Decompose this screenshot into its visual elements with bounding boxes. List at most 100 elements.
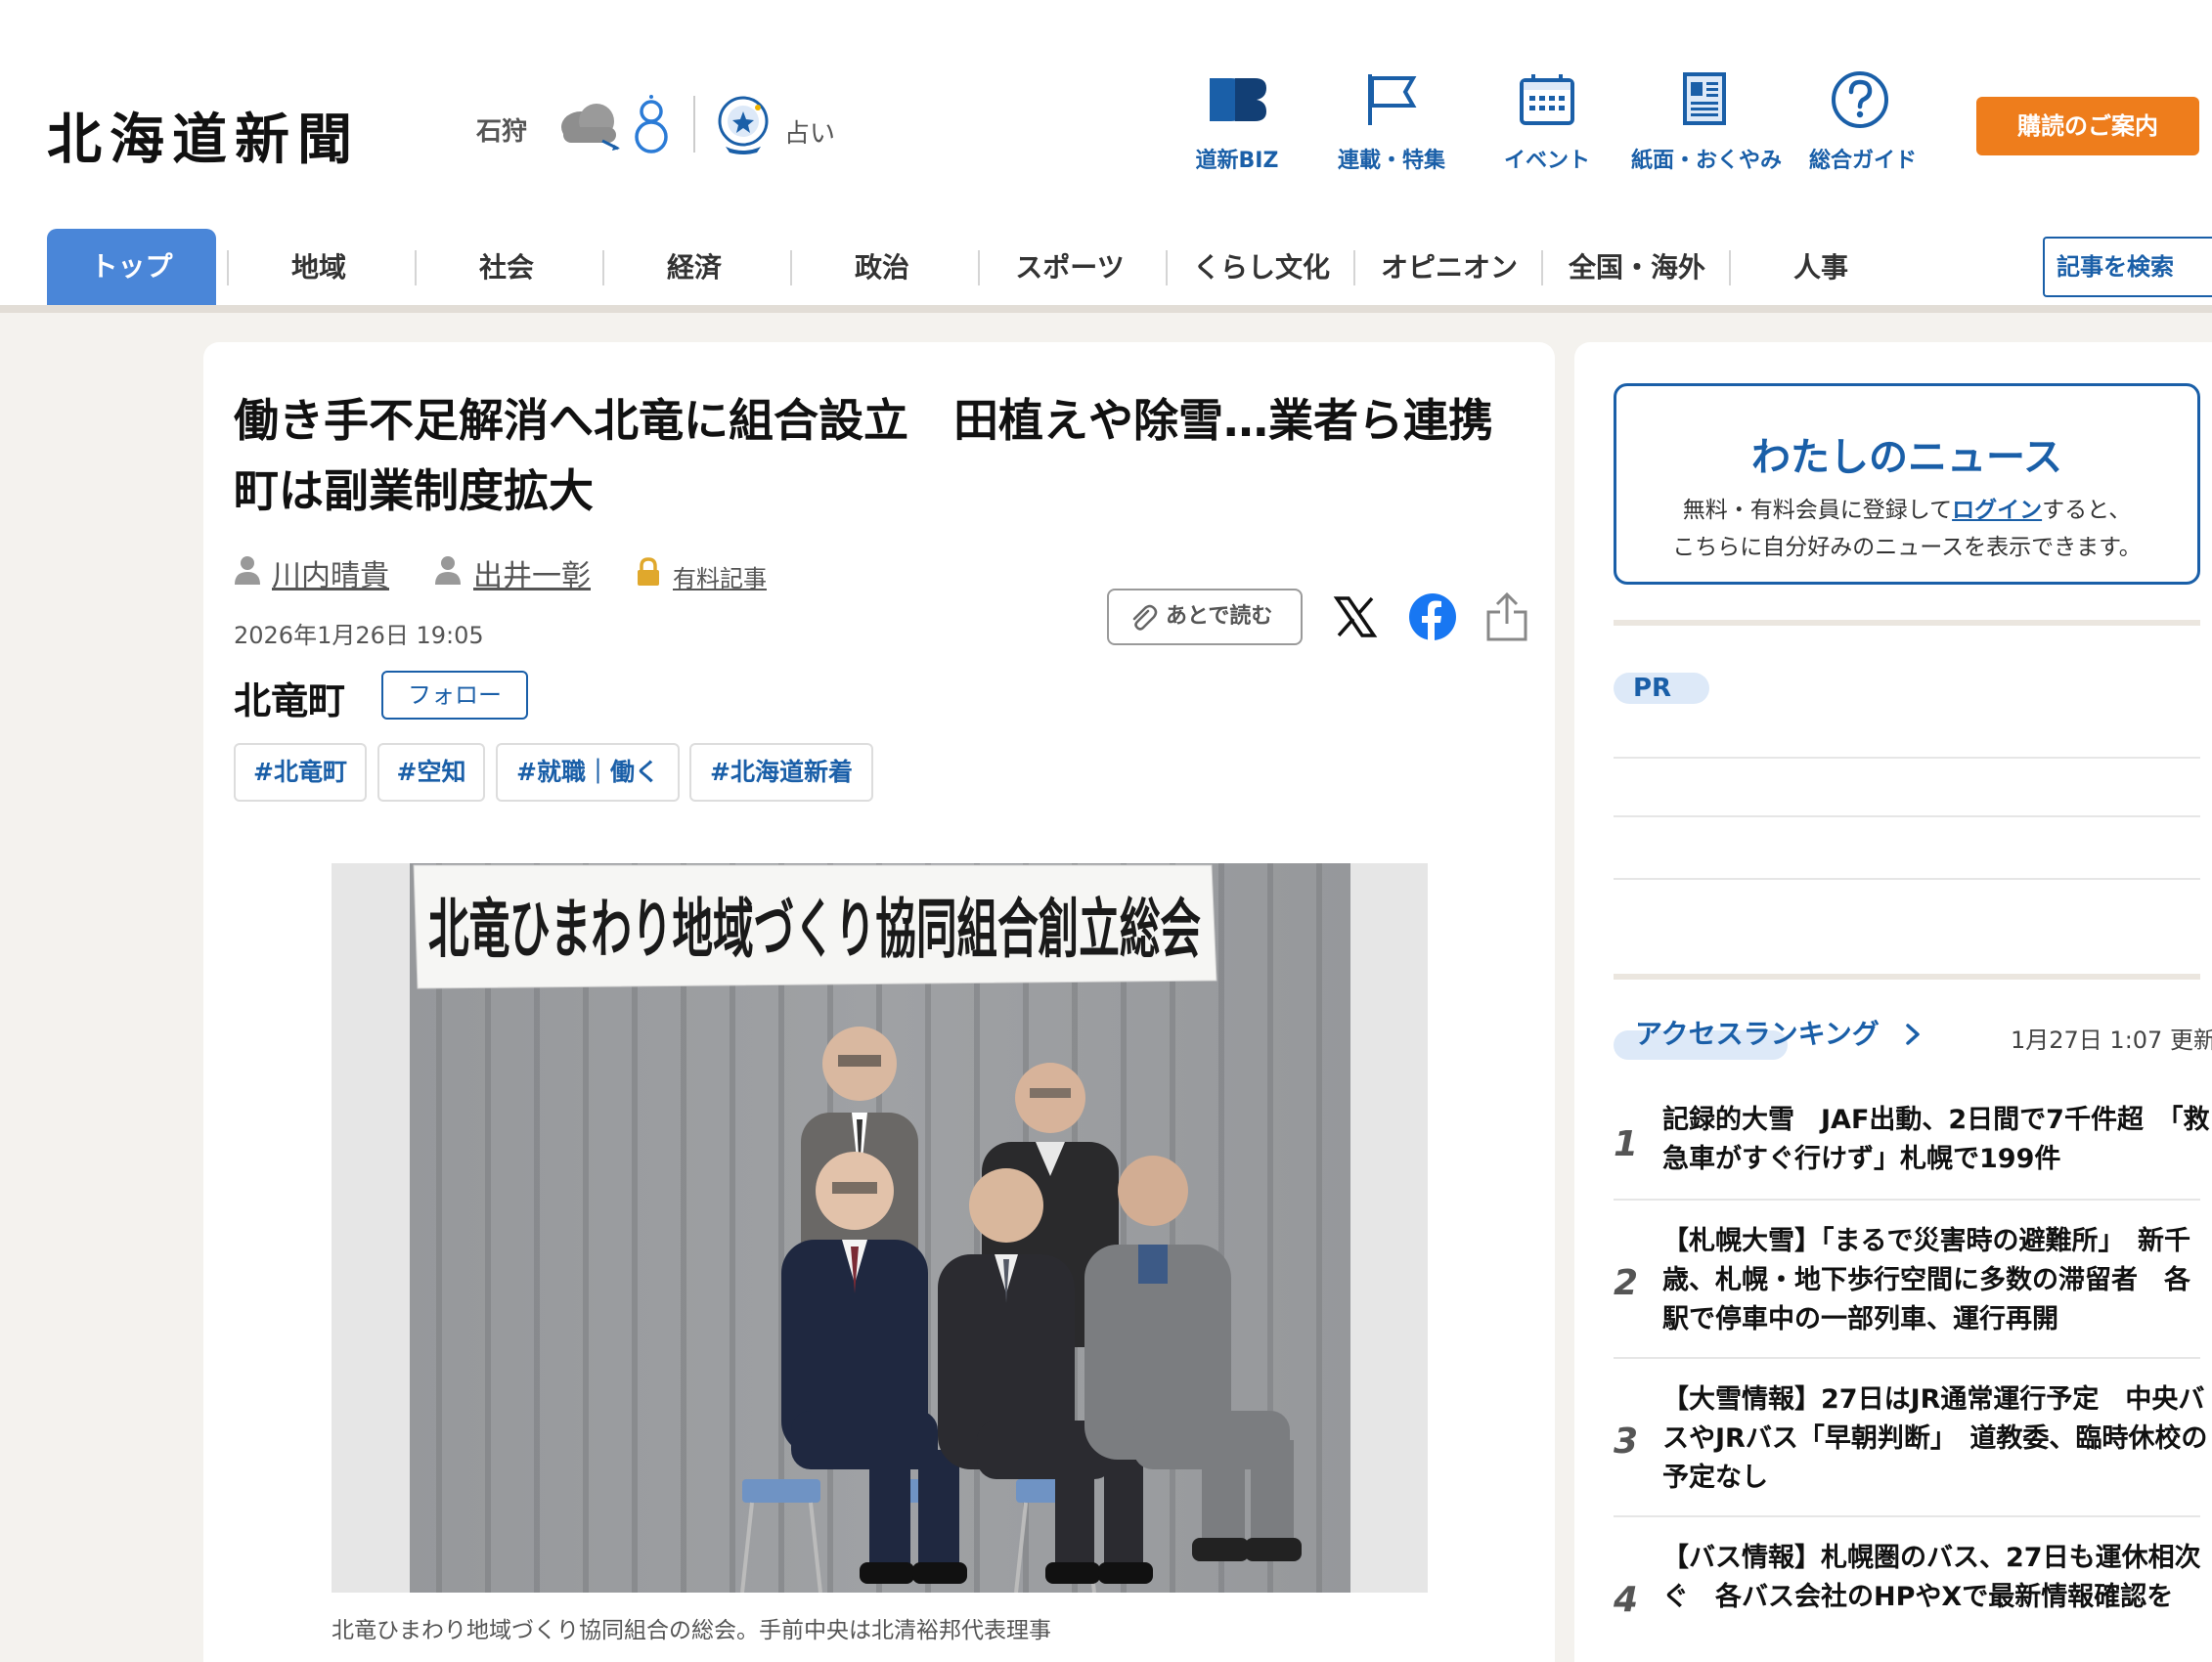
nav-tab-national-world[interactable]: 全国・海外 [1545,227,1729,305]
divider [1614,1199,2200,1201]
nav-guide-label: 総合ガイド [1809,149,1918,173]
paperclip-icon [1132,604,1158,631]
nav-tab-lifestyle[interactable]: くらし文化 [1170,227,1353,305]
x-share-icon[interactable] [1333,594,1378,639]
nav-tab-region[interactable]: 地域 [231,227,407,305]
question-icon [1832,71,1888,128]
ranking-item[interactable]: 3 【大雪情報】27日はJR通常運行予定 中央バスやJRバス「早朝判断」 道教委… [1614,1380,2207,1513]
divider [1614,1357,2200,1359]
nav-tab-politics[interactable]: 政治 [794,227,970,305]
facebook-share-icon[interactable] [1408,592,1457,641]
snow-cloud-weather-icon[interactable] [553,94,675,158]
follow-button[interactable]: フォロー [381,671,528,720]
crystal-ball-icon[interactable] [714,94,774,156]
my-news-box[interactable]: わたしのニュース 無料・有料会員に登録してログインすると、 こちらに自分好みのニ… [1614,383,2200,585]
article-card: 働き手不足解消へ北竜に組合設立 田植えや除雪…業者ら連携 町は副業制度拡大 川内… [203,342,1555,1662]
main-nav: トップ 地域 社会 経済 政治 スポーツ くらし文化 オピニオン 全国・海外 人… [0,227,2212,313]
publish-date: 2026年1月26日 19:05 [234,622,484,649]
nav-guide[interactable]: 総合ガイド [1809,70,1918,174]
photo-caption: 北竜ひまわり地域づくり協同組合の総会。手前中央は北清裕邦代表理事 [332,1618,1051,1643]
nav-tab-society[interactable]: 社会 [419,227,595,305]
nav-separator [1541,250,1543,285]
ranking-item[interactable]: 2 【札幌大雪】「まるで災害時の避難所」 新千歳、札幌・地下歩行空間に多数の滞留… [1614,1222,2200,1355]
nav-tab-personnel[interactable]: 人事 [1733,227,1909,305]
nav-tab-top[interactable]: トップ [47,229,216,305]
author-icon [435,556,461,585]
article-headline: 働き手不足解消へ北竜に組合設立 田植えや除雪…業者ら連携 町は副業制度拡大 [234,394,1538,517]
nav-tab-opinion[interactable]: オピニオン [1357,227,1541,305]
rank-number: 3 [1614,1421,1639,1462]
nav-separator [1166,250,1168,285]
paid-article-label[interactable]: 有料記事 [673,559,767,593]
nav-paper-label: 紙面・おくやみ [1631,149,1783,173]
rank-number: 2 [1614,1263,1639,1303]
rank-title: 【大雪情報】27日はJR通常運行予定 中央バスやJRバス「早朝判断」 道教委、臨… [1662,1384,2208,1493]
calendar-icon [1520,74,1574,125]
divider [1614,974,2200,980]
nav-dbiz[interactable]: 道新BIZ [1193,70,1281,174]
photo-banner-text: 北竜ひまわり地域づくり協同組合創立総会 [428,892,1201,967]
rank-title: 記録的大雪 JAF出動、2日間で7千件超 「救急車がすぐ行けず」札幌で199件 [1662,1105,2210,1174]
nav-paper[interactable]: 紙面・おくやみ [1631,70,1783,174]
rank-number: 4 [1614,1580,1639,1620]
town-name[interactable]: 北竜町 [234,671,345,724]
author-link[interactable]: 出井一彰 [473,551,591,594]
site-header: 北海道新聞 石狩 占い 道新BIZ 連載・特集 イベント 紙面・おくやみ 総合ガ… [0,0,2212,227]
article-photo[interactable]: 北竜ひまわり地域づくり協同組合創立総会 [332,863,1428,1594]
divider [1614,620,2200,626]
login-link[interactable]: ログイン [1952,498,2042,523]
ranking-updated-time: 1月27日 1:07 更新 [2011,1027,2212,1054]
nav-separator [415,250,417,285]
sidebar: わたしのニュース 無料・有料会員に登録してログインすると、 こちらに自分好みのニ… [1574,342,2212,1662]
my-news-text: こちらに自分好みのニュースを表示できます。 [1672,535,2142,560]
access-ranking-title: アクセスランキング [1635,1018,1880,1050]
share-icon[interactable] [1484,590,1529,643]
nav-dbiz-label: 道新BIZ [1195,149,1279,173]
nav-separator [978,250,980,285]
access-ranking-link[interactable]: アクセスランキング [1614,1015,1923,1054]
pr-badge: PR [1614,673,1709,704]
read-later-button[interactable]: あとで読む [1107,589,1303,645]
tag-link[interactable]: #空知 [377,743,485,802]
read-later-label: あとで読む [1166,604,1273,629]
divider [1614,815,2200,817]
my-news-description: 無料・有料会員に登録してログインすると、 こちらに自分好みのニュースを表示できま… [1616,492,2197,566]
weather-location[interactable]: 石狩 [476,111,527,148]
tag-link[interactable]: #就職｜働く [496,743,680,802]
nav-series-label: 連載・特集 [1338,149,1446,173]
tag-link[interactable]: #北竜町 [234,743,367,802]
ranking-item[interactable]: 1 記録的大雪 JAF出動、2日間で7千件超 「救急車がすぐ行けず」札幌で199… [1614,1101,2209,1195]
chevron-right-icon [1905,1024,1920,1045]
my-news-title: わたしのニュース [1751,435,2062,480]
my-news-text: 無料・有料会員に登録して [1682,498,1953,523]
nav-separator [1729,250,1731,285]
my-news-text: すると、 [2042,498,2132,523]
db-biz-icon [1210,78,1266,121]
newspaper-icon [1683,72,1726,125]
search-articles-button[interactable]: 記事を検索 [2043,237,2212,297]
divider [1614,757,2200,759]
nav-event[interactable]: イベント [1500,70,1594,174]
site-logo[interactable]: 北海道新聞 [47,96,360,175]
ranking-item[interactable]: 4 【バス情報】札幌圏のバス、27日も運休相次ぐ 各バス会社のHPやXで最新情報… [1614,1539,2201,1662]
fortune-label[interactable]: 占い [784,113,835,150]
nav-tab-economy[interactable]: 経済 [606,227,782,305]
rank-title: 【札幌大雪】「まるで災害時の避難所」 新千歳、札幌・地下歩行空間に多数の滞留者 … [1662,1226,2190,1334]
nav-separator [227,250,229,285]
lock-icon [638,557,659,586]
weather-divider [693,96,695,153]
nav-separator [1353,250,1355,285]
rank-title: 【バス情報】札幌圏のバス、27日も運休相次ぐ 各バス会社のHPやXで最新情報確認… [1662,1543,2201,1612]
subscribe-button[interactable]: 購読のご案内 [1976,97,2199,155]
nav-separator [602,250,604,285]
divider [1614,1515,2200,1517]
nav-separator [790,250,792,285]
author-icon [235,556,260,585]
group-photo-image: 北竜ひまわり地域づくり協同組合創立総会 [410,863,1350,1594]
nav-tab-sports[interactable]: スポーツ [982,227,1158,305]
nav-event-label: イベント [1503,149,1590,173]
author-link[interactable]: 川内晴貴 [272,551,389,594]
rank-number: 1 [1614,1124,1639,1164]
tag-link[interactable]: #北海道新着 [689,743,873,802]
nav-series[interactable]: 連載・特集 [1338,70,1445,174]
